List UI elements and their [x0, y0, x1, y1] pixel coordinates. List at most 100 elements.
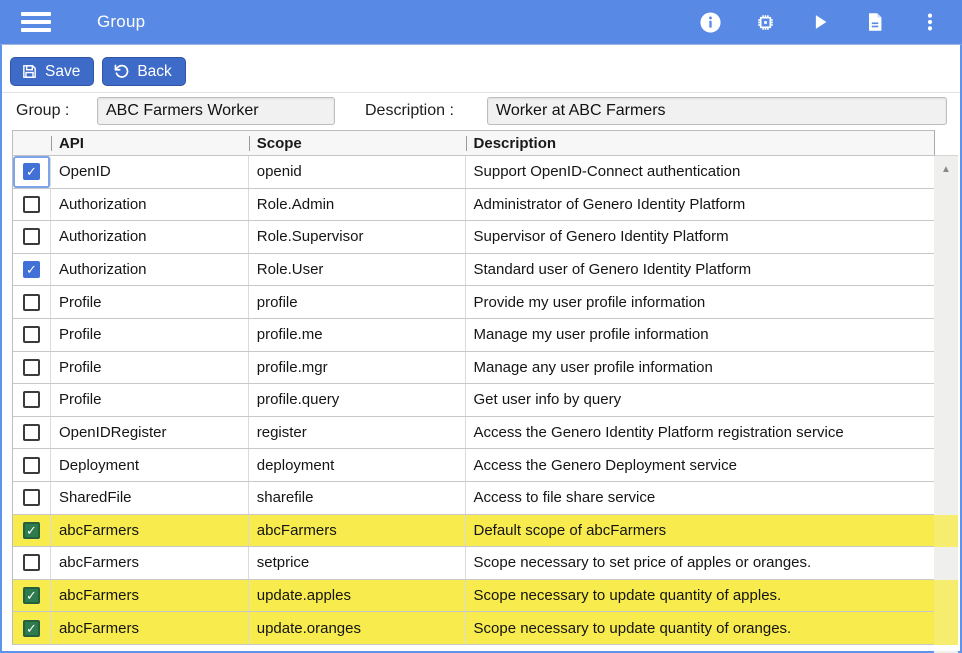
table-row[interactable]: abcFarmersupdate.applesScope necessary t…	[13, 580, 934, 613]
scope-checkbox[interactable]	[23, 522, 40, 539]
api-cell: Profile	[51, 384, 249, 416]
row-checkbox-cell[interactable]	[13, 156, 51, 188]
table-row[interactable]: AuthorizationRole.SupervisorSupervisor o…	[13, 221, 934, 254]
row-checkbox-cell[interactable]	[13, 384, 51, 416]
row-checkbox-cell[interactable]	[13, 189, 51, 221]
description-cell: Manage any user profile information	[466, 352, 934, 384]
description-cell: Administrator of Genero Identity Platfor…	[466, 189, 934, 221]
scope-checkbox[interactable]	[23, 489, 40, 506]
scope-checkbox[interactable]	[23, 554, 40, 571]
table-row[interactable]: Profileprofile.meManage my user profile …	[13, 319, 934, 352]
row-checkbox-cell[interactable]	[13, 612, 51, 644]
scrollbar-highlight-patch	[934, 515, 958, 548]
scope-checkbox[interactable]	[23, 261, 40, 278]
api-cell: OpenID	[51, 156, 249, 188]
table-row[interactable]: ProfileprofileProvide my user profile in…	[13, 286, 934, 319]
table-body: OpenIDopenidSupport OpenID-Connect authe…	[13, 156, 934, 645]
chip-icon[interactable]	[753, 10, 777, 34]
scope-checkbox[interactable]	[23, 326, 40, 343]
scope-cell: profile.mgr	[249, 352, 466, 384]
table-row[interactable]: AuthorizationRole.AdminAdministrator of …	[13, 189, 934, 222]
scope-cell: register	[249, 417, 466, 449]
table-row[interactable]: SharedFilesharefileAccess to file share …	[13, 482, 934, 515]
save-button[interactable]: Save	[10, 57, 94, 86]
row-checkbox-cell[interactable]	[13, 482, 51, 514]
table-row[interactable]: Profileprofile.mgrManage any user profil…	[13, 352, 934, 385]
group-input[interactable]: ABC Farmers Worker	[97, 97, 335, 125]
scrollbar-track[interactable]	[934, 156, 958, 645]
description-cell: Scope necessary to update quantity of or…	[466, 612, 934, 644]
scope-checkbox[interactable]	[23, 457, 40, 474]
row-checkbox-cell[interactable]	[13, 449, 51, 481]
scope-cell: sharefile	[249, 482, 466, 514]
vertical-scrollbar[interactable]: ▲	[934, 130, 958, 653]
api-cell: Authorization	[51, 254, 249, 286]
scope-checkbox[interactable]	[23, 196, 40, 213]
scrollbar-corner	[934, 130, 958, 156]
table-row[interactable]: DeploymentdeploymentAccess the Genero De…	[13, 449, 934, 482]
api-cell: Deployment	[51, 449, 249, 481]
description-cell: Scope necessary to set price of apples o…	[466, 547, 934, 579]
scope-checkbox[interactable]	[23, 163, 40, 180]
scope-checkbox[interactable]	[23, 424, 40, 441]
scope-checkbox[interactable]	[23, 359, 40, 376]
scope-cell: deployment	[249, 449, 466, 481]
page-title: Group	[97, 12, 145, 32]
row-checkbox-cell[interactable]	[13, 515, 51, 547]
document-icon[interactable]	[863, 10, 887, 34]
scope-cell: Role.Admin	[249, 189, 466, 221]
scope-checkbox[interactable]	[23, 391, 40, 408]
api-cell: abcFarmers	[51, 612, 249, 644]
row-checkbox-cell[interactable]	[13, 352, 51, 384]
play-icon[interactable]	[808, 10, 832, 34]
row-checkbox-cell[interactable]	[13, 580, 51, 612]
scopes-table: API Scope Description OpenIDopenidSuppor…	[12, 130, 934, 645]
description-cell: Scope necessary to update quantity of ap…	[466, 580, 934, 612]
scrollbar-highlight-patch	[934, 580, 958, 613]
hamburger-menu-icon[interactable]	[21, 12, 51, 32]
group-label: Group :	[16, 102, 69, 120]
table-row[interactable]: OpenIDRegisterregisterAccess the Genero …	[13, 417, 934, 450]
row-checkbox-cell[interactable]	[13, 254, 51, 286]
table-row[interactable]: OpenIDopenidSupport OpenID-Connect authe…	[13, 156, 934, 189]
scope-checkbox[interactable]	[23, 587, 40, 604]
toolbar: Save Back	[10, 57, 186, 86]
column-header-scope[interactable]: Scope	[249, 131, 466, 155]
description-cell: Provide my user profile information	[466, 286, 934, 318]
scope-cell: update.oranges	[249, 612, 466, 644]
description-cell: Access the Genero Identity Platform regi…	[466, 417, 934, 449]
api-cell: OpenIDRegister	[51, 417, 249, 449]
row-checkbox-cell[interactable]	[13, 286, 51, 318]
scope-cell: abcFarmers	[249, 515, 466, 547]
api-cell: Profile	[51, 319, 249, 351]
table-row[interactable]: Profileprofile.queryGet user info by que…	[13, 384, 934, 417]
checkbox-column-header	[13, 131, 51, 155]
api-cell: abcFarmers	[51, 515, 249, 547]
description-input-value: Worker at ABC Farmers	[496, 102, 666, 120]
kebab-menu-icon[interactable]	[918, 10, 942, 34]
table-row[interactable]: abcFarmersupdate.orangesScope necessary …	[13, 612, 934, 645]
scope-cell: profile.query	[249, 384, 466, 416]
row-checkbox-cell[interactable]	[13, 319, 51, 351]
save-icon	[21, 63, 38, 80]
table-row[interactable]: abcFarmersabcFarmersDefault scope of abc…	[13, 515, 934, 548]
back-button-label: Back	[137, 63, 171, 81]
row-checkbox-cell[interactable]	[13, 221, 51, 253]
description-input[interactable]: Worker at ABC Farmers	[487, 97, 947, 125]
table-row[interactable]: abcFarmerssetpriceScope necessary to set…	[13, 547, 934, 580]
scope-cell: Role.Supervisor	[249, 221, 466, 253]
row-checkbox-cell[interactable]	[13, 547, 51, 579]
table-row[interactable]: AuthorizationRole.UserStandard user of G…	[13, 254, 934, 287]
scope-checkbox[interactable]	[23, 228, 40, 245]
back-button[interactable]: Back	[102, 57, 185, 86]
scope-checkbox[interactable]	[23, 294, 40, 311]
scope-checkbox[interactable]	[23, 620, 40, 637]
api-cell: abcFarmers	[51, 547, 249, 579]
description-label: Description :	[365, 102, 454, 120]
scroll-up-arrow-icon[interactable]: ▲	[934, 162, 958, 178]
row-checkbox-cell[interactable]	[13, 417, 51, 449]
info-icon[interactable]	[698, 10, 722, 34]
column-header-api[interactable]: API	[51, 131, 249, 155]
column-header-description[interactable]: Description	[466, 131, 934, 155]
api-cell: Profile	[51, 286, 249, 318]
